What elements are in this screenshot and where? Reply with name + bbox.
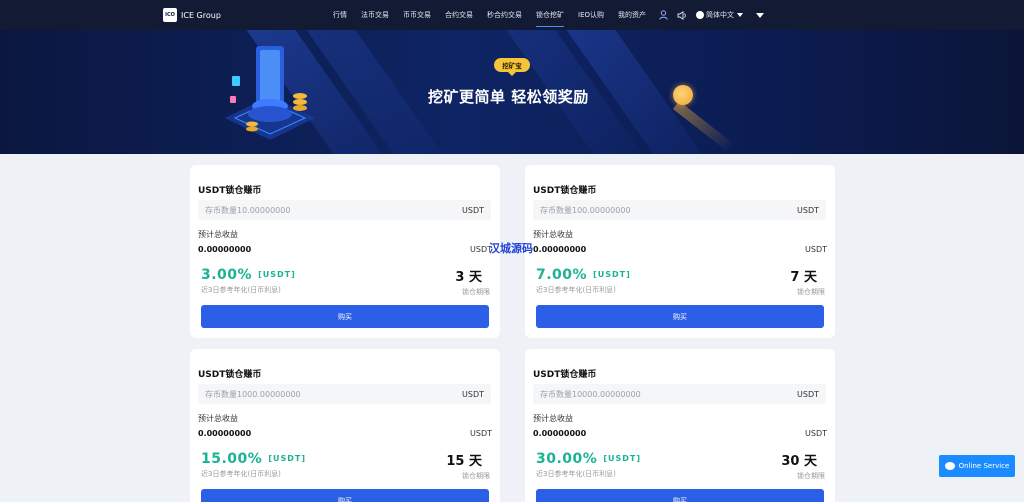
brand-name: ICE Group: [181, 10, 221, 20]
card-title: USDT锁仓赚币: [533, 370, 597, 380]
annual-rate-unit: [USDT]: [603, 454, 641, 463]
estimated-earnings-value: 0.00000000: [198, 429, 252, 438]
nav-item-second-contract[interactable]: 秒合约交易: [487, 0, 522, 30]
buy-button[interactable]: 购买: [201, 305, 489, 328]
header-tools: 简体中文: [658, 0, 772, 30]
annual-rate-unit: [USDT]: [258, 270, 296, 279]
annual-rate-desc: 近3日参考年化(日币利息): [536, 286, 616, 294]
staking-card: USDT锁仓赚币 存币数量1000.00000000 USDT 预计总收益 0.…: [190, 349, 500, 502]
top-navbar: ICO ICE Group 行情 法币交易 币币交易 合约交易 秒合约交易 锁仓…: [0, 0, 1024, 30]
nav-item-contract-trade[interactable]: 合约交易: [445, 0, 473, 30]
user-icon[interactable]: [658, 10, 668, 20]
annual-rate-desc: 近3日参考年化(日币利息): [201, 286, 281, 294]
estimated-earnings-label: 预计总收益: [533, 230, 573, 239]
volume-icon[interactable]: [677, 10, 687, 20]
card-title: USDT锁仓赚币: [533, 186, 597, 196]
estimated-earnings-value: 0.00000000: [533, 245, 587, 254]
estimated-earnings-label: 预计总收益: [533, 414, 573, 423]
estimated-earnings-unit: USDT: [805, 245, 827, 254]
estimated-earnings-value: 0.00000000: [533, 429, 587, 438]
mining-illustration: [225, 46, 315, 140]
annual-rate-value: 7.00%: [536, 267, 588, 283]
annual-rate-value: 3.00%: [201, 267, 253, 283]
annual-rate-desc: 近3日参考年化(日币利息): [536, 470, 616, 478]
annual-rate-desc: 近3日参考年化(日币利息): [201, 470, 281, 478]
estimated-earnings-label: 预计总收益: [198, 414, 238, 423]
language-label: 简体中文: [706, 11, 734, 19]
main-nav: 行情 法币交易 币币交易 合约交易 秒合约交易 锁仓挖矿 IEO认购 我的资产: [333, 0, 660, 30]
amount-unit: USDT: [462, 389, 484, 399]
annual-rate: 3.00% [USDT]: [201, 267, 296, 283]
nav-item-ieo[interactable]: IEO认购: [578, 0, 604, 30]
nav-item-fiat-trade[interactable]: 法币交易: [361, 0, 389, 30]
annual-rate-value: 15.00%: [201, 451, 263, 467]
annual-rate: 30.00% [USDT]: [536, 451, 641, 467]
staking-card: USDT锁仓赚币 存币数量10.00000000 USDT 预计总收益 0.00…: [190, 165, 500, 338]
brand[interactable]: ICO ICE Group: [163, 8, 221, 22]
lock-days-label: 锁仓期限: [797, 288, 825, 296]
lock-days: 7 天: [790, 270, 817, 285]
brand-logo: ICO: [163, 8, 177, 22]
coin-orb: [673, 85, 693, 105]
nav-item-market[interactable]: 行情: [333, 0, 347, 30]
amount-placeholder: 存币数量10.00000000: [205, 205, 291, 215]
card-title: USDT锁仓赚币: [198, 186, 262, 196]
globe-icon: [696, 11, 704, 19]
estimated-earnings-unit: USDT: [470, 429, 492, 438]
annual-rate-unit: [USDT]: [268, 454, 306, 463]
online-service-button[interactable]: Online Service: [939, 455, 1015, 477]
lock-days: 3 天: [455, 270, 482, 285]
amount-placeholder: 存币数量100.00000000: [540, 205, 631, 215]
estimated-earnings-unit: USDT: [805, 429, 827, 438]
lock-days-label: 锁仓期限: [462, 288, 490, 296]
chat-icon: [944, 462, 955, 470]
amount-placeholder: 存币数量1000.00000000: [205, 389, 301, 399]
amount-unit: USDT: [797, 389, 819, 399]
amount-input[interactable]: 存币数量10.00000000 USDT: [198, 200, 491, 220]
annual-rate: 7.00% [USDT]: [536, 267, 631, 283]
buy-button[interactable]: 购买: [536, 305, 824, 328]
amount-unit: USDT: [797, 205, 819, 215]
banner-badge: 挖矿宝: [494, 58, 530, 76]
watermark-text: 汉城源码: [489, 242, 533, 255]
mining-banner: 挖矿宝 挖矿更简单 轻松领奖励: [0, 30, 1024, 154]
staking-card: USDT锁仓赚币 存币数量10000.00000000 USDT 预计总收益 0…: [525, 349, 835, 502]
nav-item-my-assets[interactable]: 我的资产: [618, 0, 646, 30]
amount-unit: USDT: [462, 205, 484, 215]
lock-days: 15 天: [446, 454, 482, 469]
annual-rate-unit: [USDT]: [593, 270, 631, 279]
buy-button[interactable]: 购买: [201, 489, 489, 502]
estimated-earnings-value: 0.00000000: [198, 245, 252, 254]
lock-days-label: 锁仓期限: [462, 472, 490, 480]
staking-card: USDT锁仓赚币 存币数量100.00000000 USDT 预计总收益 0.0…: [525, 165, 835, 338]
nav-item-coin-trade[interactable]: 币币交易: [403, 0, 431, 30]
nav-item-lock-mining[interactable]: 锁仓挖矿: [536, 0, 564, 30]
lock-days: 30 天: [781, 454, 817, 469]
chevron-down-icon: [755, 12, 764, 18]
language-selector[interactable]: 简体中文: [696, 10, 743, 20]
amount-input[interactable]: 存币数量1000.00000000 USDT: [198, 384, 491, 404]
buy-button[interactable]: 购买: [536, 489, 824, 502]
online-service-label: Online Service: [958, 462, 1010, 470]
annual-rate-value: 30.00%: [536, 451, 598, 467]
amount-input[interactable]: 存币数量100.00000000 USDT: [533, 200, 826, 220]
lock-days-label: 锁仓期限: [797, 472, 825, 480]
amount-placeholder: 存币数量10000.00000000: [540, 389, 641, 399]
annual-rate: 15.00% [USDT]: [201, 451, 306, 467]
card-title: USDT锁仓赚币: [198, 370, 262, 380]
chevron-down-icon: [737, 13, 743, 17]
estimated-earnings-label: 预计总收益: [198, 230, 238, 239]
menu-dropdown-button[interactable]: [753, 10, 764, 20]
banner-title: 挖矿更简单 轻松领奖励: [428, 88, 589, 106]
amount-input[interactable]: 存币数量10000.00000000 USDT: [533, 384, 826, 404]
